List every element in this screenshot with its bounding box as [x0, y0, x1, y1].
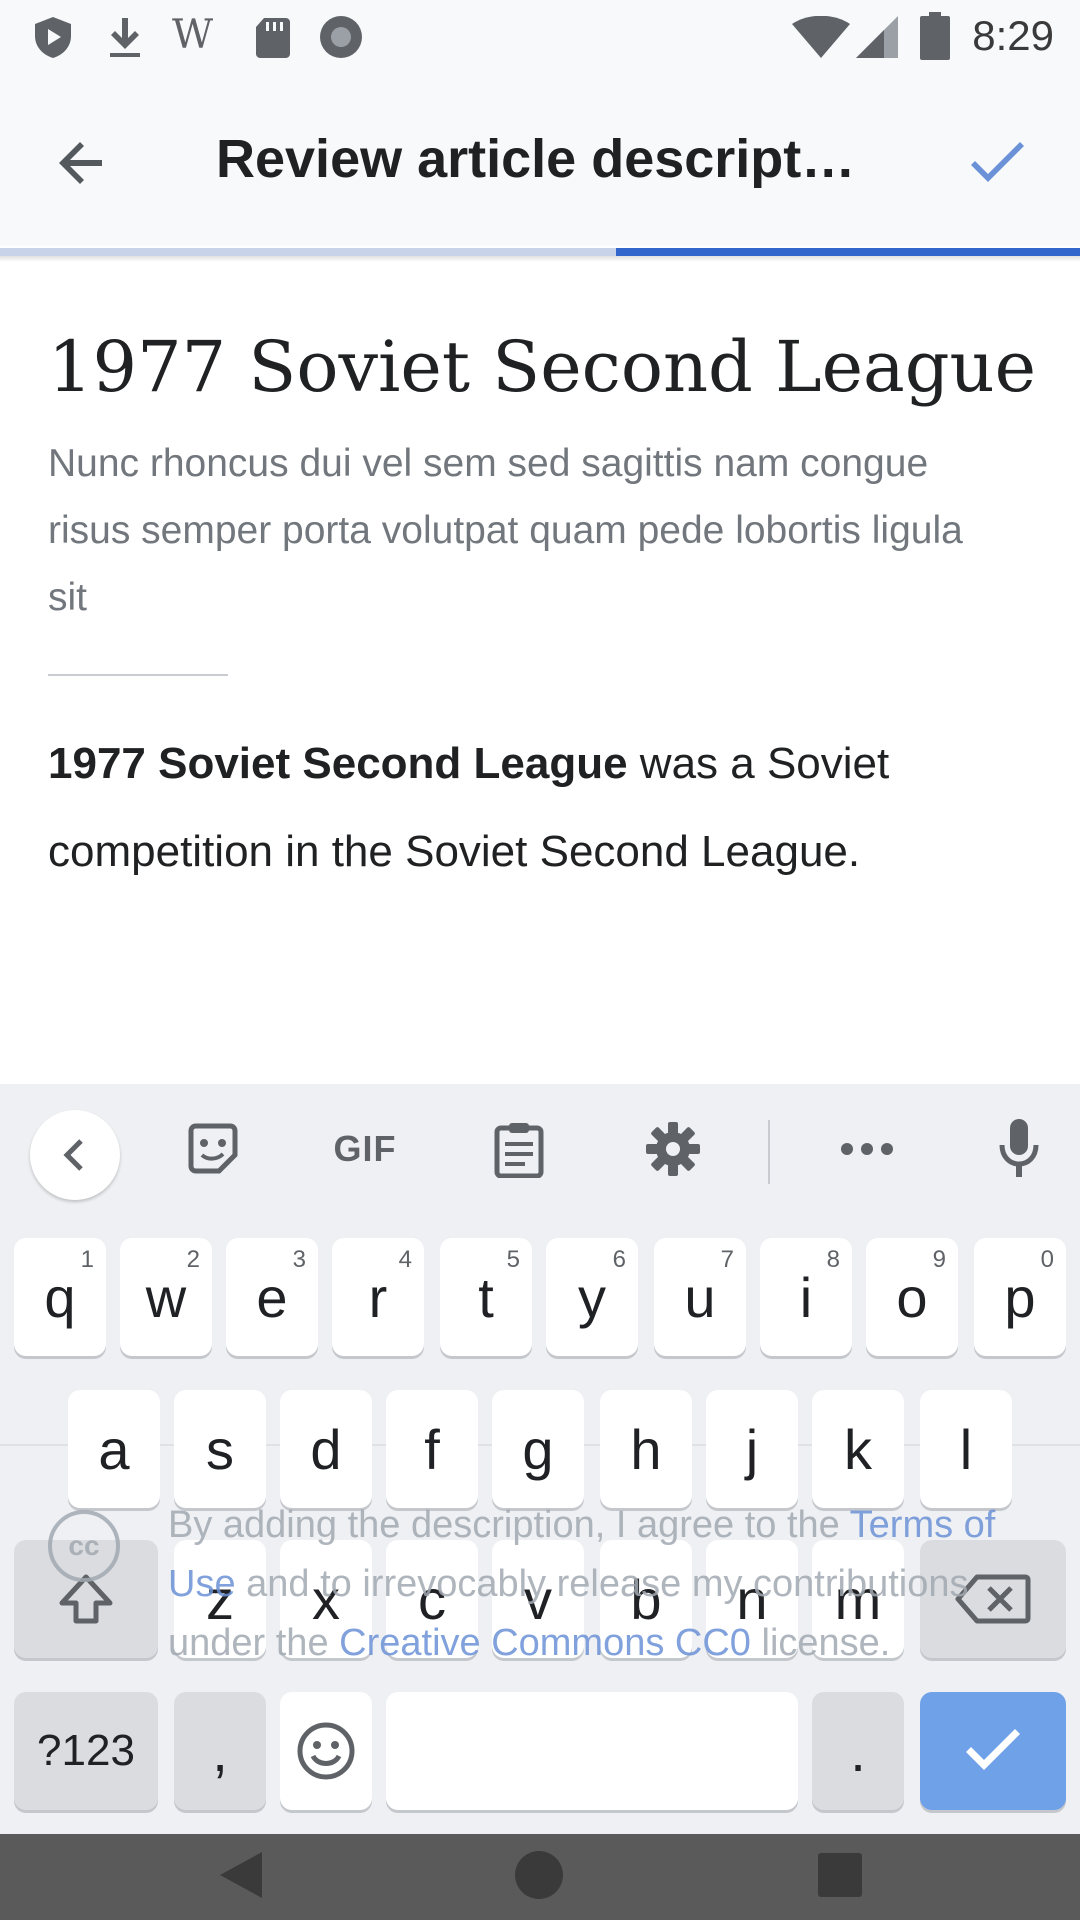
- period-key[interactable]: .: [812, 1692, 904, 1810]
- key-d[interactable]: d: [280, 1390, 372, 1508]
- recents-square-icon[interactable]: [814, 1848, 866, 1902]
- key-a[interactable]: a: [68, 1390, 160, 1508]
- key-o[interactable]: o9: [866, 1238, 958, 1356]
- home-circle-icon[interactable]: [512, 1848, 566, 1902]
- checkmark-icon[interactable]: [964, 130, 1030, 196]
- article-extract: 1977 Soviet Second League was a Soviet c…: [48, 720, 1048, 896]
- creative-commons-icon: cc: [48, 1510, 120, 1582]
- enter-done-key[interactable]: [920, 1692, 1066, 1810]
- keyboard-toolbar: GIF: [0, 1084, 1080, 1214]
- key-e[interactable]: e3: [226, 1238, 318, 1356]
- key-r[interactable]: r4: [332, 1238, 424, 1356]
- app-bar: Review article descript…: [0, 72, 1080, 246]
- divider: [48, 674, 228, 676]
- battery-icon: [920, 12, 950, 60]
- record-icon: [320, 16, 362, 58]
- back-triangle-icon[interactable]: [214, 1848, 268, 1902]
- page-title: Review article descript…: [216, 129, 856, 189]
- article-description: Nunc rhoncus dui vel sem sed sagittis na…: [48, 442, 963, 619]
- space-bar[interactable]: [386, 1692, 798, 1810]
- key-i[interactable]: i8: [760, 1238, 852, 1356]
- chevron-left-icon[interactable]: [30, 1110, 120, 1200]
- status-bar: W 8:29: [0, 0, 1080, 72]
- cc0-license-link[interactable]: Creative Commons CC0: [339, 1622, 751, 1664]
- step-progress-bar: [0, 248, 1080, 256]
- key-w[interactable]: w2: [120, 1238, 212, 1356]
- key-l[interactable]: l: [920, 1390, 1012, 1508]
- key-p[interactable]: p0: [974, 1238, 1066, 1356]
- extract-bold-title: 1977 Soviet Second League: [48, 739, 628, 788]
- system-nav-bar: [0, 1834, 1080, 1920]
- download-icon: [110, 18, 140, 57]
- step-progress-fill: [616, 248, 1080, 256]
- key-g[interactable]: g: [492, 1390, 584, 1508]
- article-title: 1977 Soviet Second League: [48, 326, 1037, 408]
- clipboard-icon[interactable]: [484, 1114, 554, 1184]
- key-f[interactable]: f: [386, 1390, 478, 1508]
- gif-icon[interactable]: GIF: [330, 1114, 400, 1184]
- wikipedia-icon: W: [172, 12, 214, 58]
- more-icon[interactable]: [832, 1114, 902, 1184]
- key-k[interactable]: k: [812, 1390, 904, 1508]
- back-arrow-icon[interactable]: [50, 130, 116, 196]
- sticker-icon[interactable]: [178, 1114, 248, 1184]
- key-y[interactable]: y6: [546, 1238, 638, 1356]
- cell-signal-icon: [856, 16, 898, 58]
- shield-play-icon: [35, 17, 71, 58]
- checkmark-icon: [966, 1729, 1020, 1770]
- mic-icon[interactable]: [984, 1114, 1054, 1184]
- emoji-smile-icon: [297, 1722, 355, 1780]
- sd-card-icon: [256, 18, 290, 58]
- key-t[interactable]: t5: [440, 1238, 532, 1356]
- wifi-icon: [792, 16, 850, 58]
- emoji-key[interactable]: [280, 1692, 372, 1810]
- gear-icon[interactable]: [638, 1114, 708, 1184]
- key-s[interactable]: s: [174, 1390, 266, 1508]
- key-h[interactable]: h: [600, 1390, 692, 1508]
- clock: 8:29: [972, 12, 1054, 59]
- license-notice: By adding the description, I agree to th…: [168, 1504, 996, 1664]
- key-j[interactable]: j: [706, 1390, 798, 1508]
- key-u[interactable]: u7: [654, 1238, 746, 1356]
- key-q[interactable]: q1: [14, 1238, 106, 1356]
- symbols-key[interactable]: ?123: [14, 1692, 158, 1810]
- comma-key[interactable]: ,: [174, 1692, 266, 1810]
